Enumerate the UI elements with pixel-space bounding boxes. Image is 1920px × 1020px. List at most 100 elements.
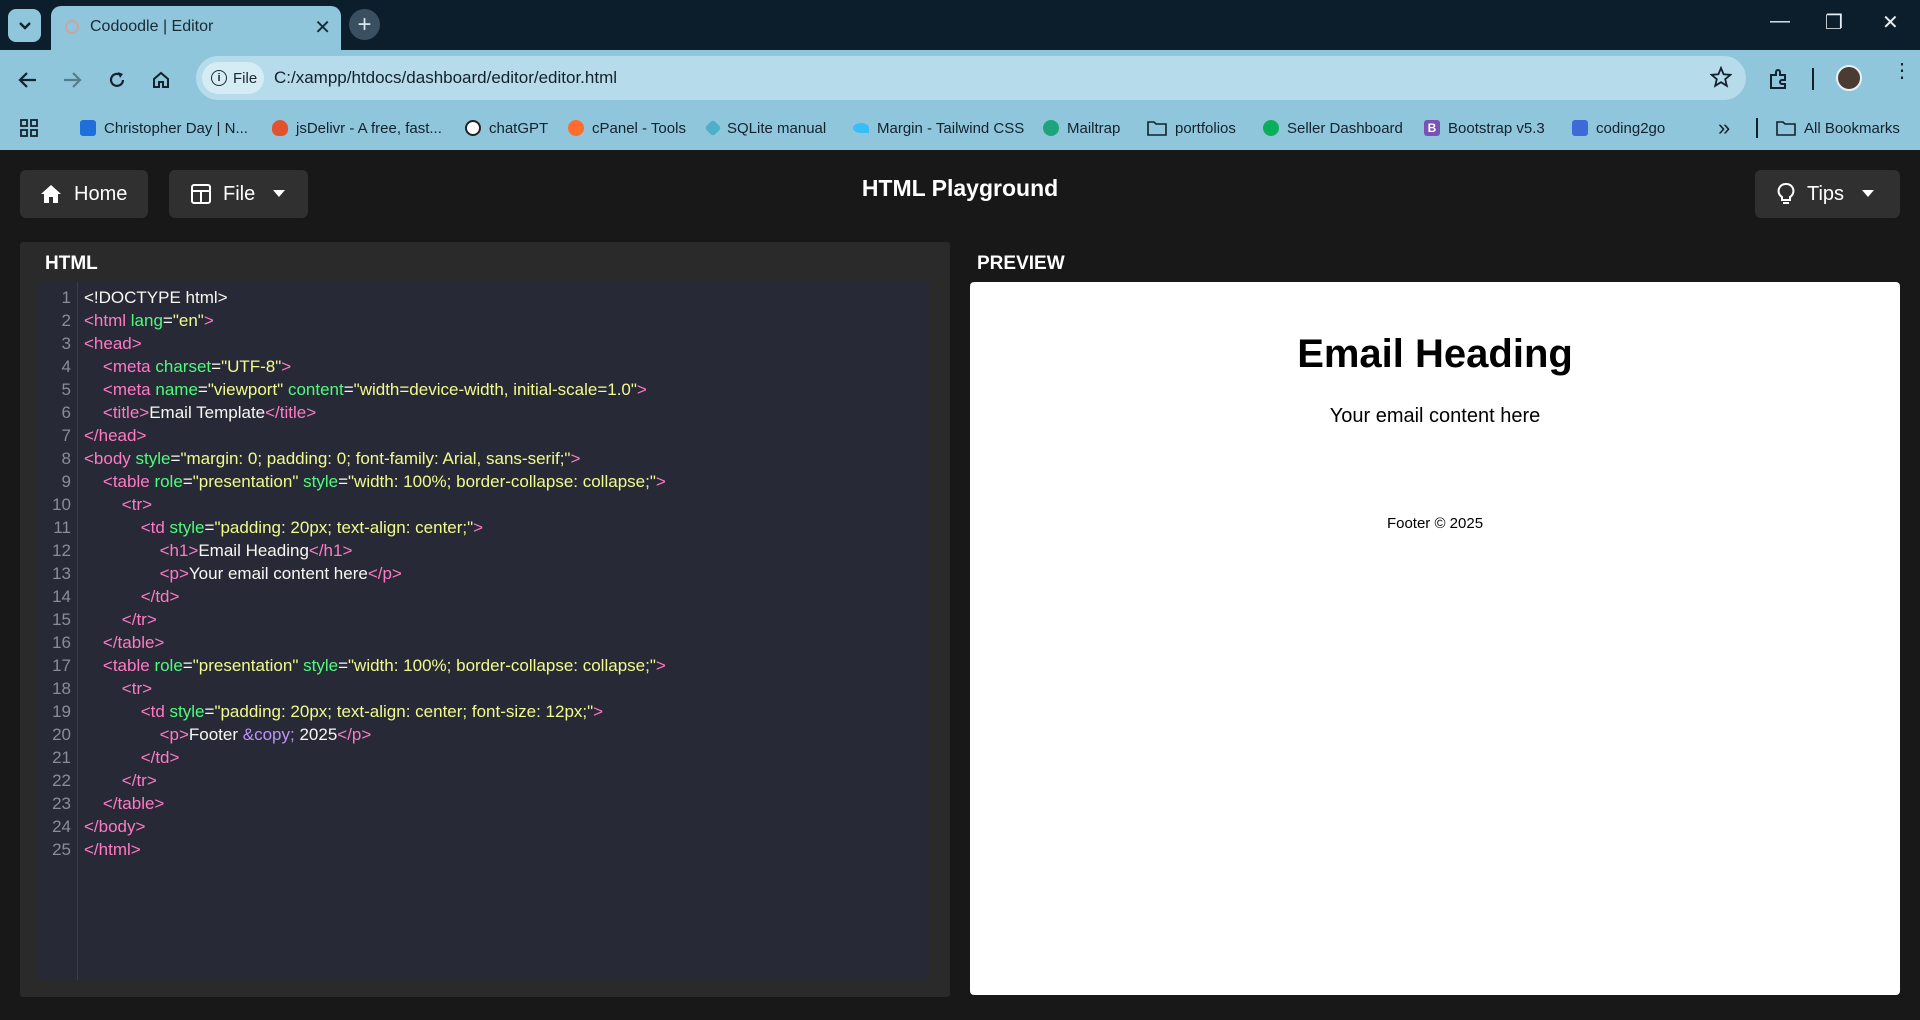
mailtrap-icon [1043,120,1059,136]
bookmark-item[interactable]: coding2go [1572,114,1665,142]
line-number: 24 [52,817,71,836]
line-number: 4 [61,357,71,376]
url-text[interactable]: C:/xampp/htdocs/dashboard/editor/editor.… [274,68,617,88]
browser-toolbar: i File C:/xampp/htdocs/dashboard/editor/… [0,50,1920,150]
bookmark-folder[interactable]: portfolios [1147,114,1236,142]
line-number: 13 [52,564,71,583]
line-number: 19 [52,702,71,721]
all-bookmarks-label: All Bookmarks [1804,119,1900,137]
line-number: 20 [52,725,71,744]
code-line: </td> [140,587,180,606]
bookmark-item[interactable]: Seller Dashboard [1263,114,1403,142]
line-number: 18 [52,679,71,698]
bookmark-item[interactable]: Margin - Tailwind CSS [853,114,1024,142]
window-close-icon[interactable]: ✕ [1882,10,1899,35]
line-number-gutter: 1 2 3 4 5 6 7 8 9 10 11 12 13 14 15 16 17 18 19 20 21 22 23 24 2… [38,282,78,980]
code-line: <title>Email Template</title> [102,403,317,422]
bookmarks-overflow-button[interactable]: » [1718,114,1730,142]
line-number: 3 [61,334,71,353]
bookmark-label: chatGPT [489,119,549,137]
bookmark-item[interactable]: B Bootstrap v5.3 [1424,114,1545,142]
bookmark-label: SQLite manual [727,119,827,137]
arrow-left-icon [18,72,36,88]
code-line: <head> [84,334,142,353]
code-line: </tr> [121,610,157,629]
code-line: <table role="presentation" style="width:… [102,472,666,491]
bookmark-label: Christopher Day | N... [104,119,248,137]
tips-menu-button[interactable]: Tips [1755,170,1900,218]
code-line: <h1>Email Heading</h1> [159,541,353,560]
code-line: <meta charset="UTF-8"> [102,357,292,376]
html-panel-label: HTML [45,253,98,274]
home-outline-icon [153,71,169,88]
preview-frame[interactable]: Email Heading Your email content here Fo… [970,282,1900,995]
line-number: 21 [52,748,71,767]
bookmark-item[interactable]: Mailtrap [1043,114,1120,142]
reload-button[interactable] [103,66,131,94]
bookmark-item[interactable]: chatGPT [465,114,548,142]
line-number: 9 [61,472,71,491]
bookmark-item[interactable]: cPanel - Tools [568,114,686,142]
restore-icon[interactable]: ❐ [1825,10,1843,35]
code-line: </body> [84,817,146,836]
code-line: <p>Your email content here</p> [159,564,402,583]
cpanel-icon [568,120,584,136]
all-bookmarks-button[interactable]: All Bookmarks [1776,114,1900,142]
caret-down-icon [1862,190,1875,197]
line-number: 10 [52,495,71,514]
line-number: 23 [52,794,71,813]
code-line: </head> [84,426,147,445]
tips-button-label: Tips [1807,182,1845,205]
line-number: 16 [52,633,71,652]
back-button[interactable] [14,66,42,94]
apps-grid-icon[interactable] [20,114,38,142]
toolbar-divider [1812,68,1814,90]
chatgpt-icon [465,120,481,136]
tab-close-icon[interactable]: ✕ [314,15,331,40]
line-number: 22 [52,771,71,790]
browser-tab[interactable]: Codoodle | Editor ✕ [51,6,341,50]
star-icon[interactable] [1710,66,1732,88]
folder-icon [1776,121,1796,136]
line-number: 12 [52,541,71,560]
line-number: 14 [52,587,71,606]
tab-title: Codoodle | Editor [90,18,214,35]
lightbulb-icon [1777,183,1795,204]
code-editor[interactable]: 1 2 3 4 5 6 7 8 9 10 11 12 13 14 15 16 17 18 19 20 21 22 23 24 2… [38,282,930,980]
bookmark-label: Margin - Tailwind CSS [877,119,1025,137]
outlook-icon [80,120,96,136]
minimize-icon[interactable]: — [1770,10,1790,33]
bookmark-label: Seller Dashboard [1287,119,1403,137]
bookmark-label: Bootstrap v5.3 [1448,119,1545,137]
folder-icon [1147,121,1167,136]
bookmarks-divider [1756,118,1758,138]
code-line: <!DOCTYPE html> [84,288,228,307]
site-info-chip[interactable]: i File [202,62,264,94]
bookmark-item[interactable]: Christopher Day | N... [80,114,248,142]
tab-favicon-icon [65,20,79,34]
kebab-menu-icon[interactable]: ⋮ [1892,61,1912,81]
bookmark-label: portfolios [1175,119,1236,137]
bookmark-item[interactable]: jsDelivr - A free, fast... [272,114,442,142]
new-tab-button[interactable]: + [349,9,380,40]
address-bar[interactable]: i File C:/xampp/htdocs/dashboard/editor/… [196,56,1746,100]
line-number: 2 [61,311,71,330]
extensions-icon[interactable] [1768,68,1790,90]
browser-titlebar: Codoodle | Editor ✕ + — ❐ ✕ [0,0,1920,50]
line-number: 11 [53,518,71,537]
home-browser-button[interactable] [147,66,175,94]
code-line: <td style="padding: 20px; text-align: ce… [140,702,604,721]
forward-button[interactable] [58,66,86,94]
site-info-label: File [233,69,258,87]
tab-search-button[interactable] [8,9,41,42]
code-line: <body style="margin: 0; padding: 0; font… [84,449,581,468]
avatar[interactable] [1836,65,1862,91]
code-line: <p>Footer &copy; 2025</p> [159,725,372,744]
line-number: 25 [52,840,71,859]
line-number: 5 [61,380,71,399]
bookmark-item[interactable]: SQLite manual [704,114,827,142]
code-line: </td> [140,748,180,767]
bookmark-label: coding2go [1596,119,1666,137]
code-line: </html> [84,840,141,859]
preview-footer: Footer © 2025 [1386,515,1484,532]
